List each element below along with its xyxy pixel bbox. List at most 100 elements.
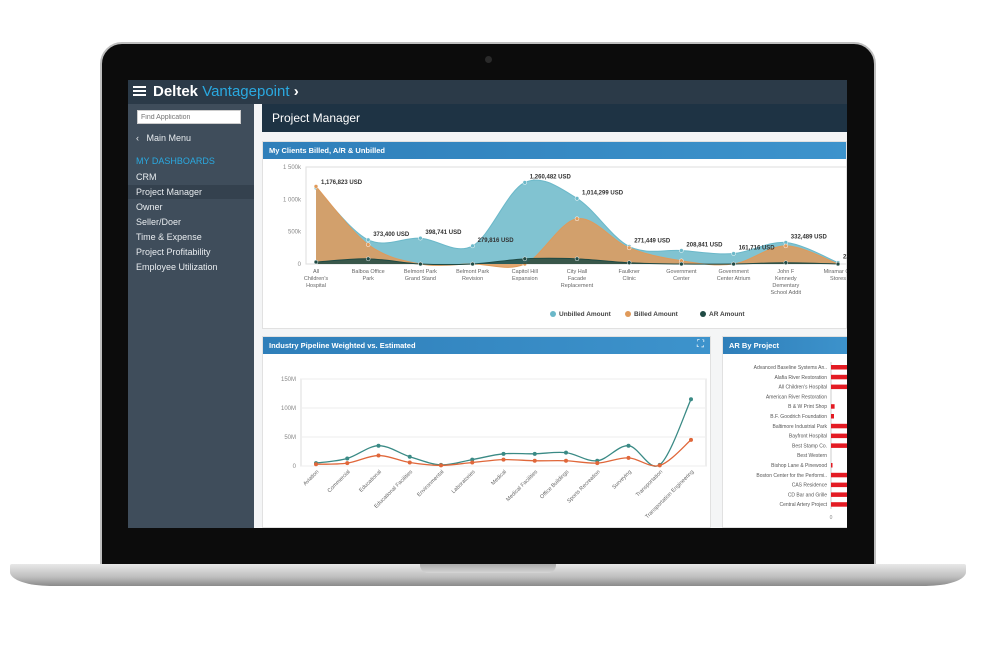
data-point [574,216,580,221]
ar-bar [831,502,847,507]
y-tick-label: Boston Center for the Performi.. [756,473,827,479]
legend-marker [700,311,706,317]
data-point [522,180,528,185]
expand-icon[interactable]: ⛶ [697,339,704,350]
sidebar-item-seller-doer[interactable]: Seller/Doer [136,217,181,227]
chevron-left-icon: ‹ [136,133,139,143]
y-tick-label: 0 [298,262,302,268]
x-tick-label: Hospital [306,283,326,289]
sidebar-item-employee-utilization[interactable]: Employee Utilization [136,262,218,272]
data-point [470,261,475,267]
data-point [365,256,371,262]
x-tick-label: Sports Recreation [566,469,601,504]
x-tick-label: Faulkner [618,269,640,275]
data-point [532,451,537,456]
ar-bar [831,374,847,380]
x-tick-label: Belmont Park [456,269,489,275]
y-tick-label: 50M [284,435,296,441]
data-label: 332,489 USD [791,234,828,240]
x-tick-label: Belmont Park [404,269,437,275]
main-menu-link[interactable]: ‹ Main Menu [136,133,191,143]
ar-bar [831,443,847,448]
hamburger-menu-icon[interactable] [133,86,146,88]
sidebar-item-crm[interactable]: CRM [136,172,157,182]
ar-bar [831,404,835,409]
data-point [345,461,350,466]
brand-deltek: Deltek [153,83,199,100]
y-tick-label: All Children's Hospital [779,385,827,391]
data-point [689,397,693,402]
y-tick-label: Alafia River Restoration [774,375,827,381]
ar-by-project-chart: Advanced Baseline Systems An.. Alafia Riv… [754,362,847,521]
x-tick-label: Stores [830,276,846,282]
data-point [365,237,371,243]
data-point [376,443,381,448]
x-tick-label: Center Atrium [717,276,751,282]
x-tick-label: All [313,269,319,275]
screen: Deltek Vantagepoint › ‹ Main Menu MY DAS… [128,80,847,528]
app-logo[interactable]: Deltek Vantagepoint › [153,83,299,100]
data-point [522,256,528,262]
x-tick-label: Government [718,269,749,275]
x-tick-label: Miramar Oc [824,269,847,275]
x-tick-label: Clinic [622,276,636,282]
find-application-input[interactable] [137,110,241,124]
billed-ar-unbilled-chart: 0 500k 1 000k 1 500k 1,176,823 USD 373,400 US… [283,165,847,318]
y-tick-label: 0 [293,464,297,470]
x-tick-label: Balboa Office [352,269,385,275]
y-tick-label: 1 000k [283,197,302,203]
data-point [314,462,318,467]
billed-ar-unbilled-panel: My Clients Billed, A/R & Unbilled 0 500k 1… [262,141,847,329]
data-point [626,443,631,448]
y-tick-label: Advanced Baseline Systems An.. [754,365,827,371]
data-point [574,256,580,262]
top-bar: Deltek Vantagepoint › [128,80,847,104]
data-point [313,259,319,265]
x-tick-label: School Addit [771,290,802,296]
data-point [595,461,600,466]
panel-title: My Clients Billed, A/R & Unbilled [263,142,846,159]
x-tick-label: City Hall [567,269,587,275]
sidebar-item-project-manager[interactable]: Project Manager [128,185,254,199]
data-point [376,453,381,458]
data-point [626,245,632,251]
data-point [470,243,475,249]
data-label: 279,816 USD [478,238,515,244]
ar-bar [831,433,847,439]
x-tick-label: Commercial [327,469,352,494]
data-point [731,261,736,267]
laptop-notch [420,564,556,573]
page-title: Project Manager [262,104,847,132]
webcam [485,56,492,63]
data-point [407,460,412,465]
ar-bar [831,423,847,429]
x-tick-label: Revision [462,276,483,282]
x-tick-label: Government [666,269,697,275]
legend-label: Unbilled Amount [559,311,612,318]
data-label: 271,449 USD [634,238,671,244]
y-tick-label: Bishop Lane & Pinewood [771,463,827,469]
legend-label: AR Amount [709,311,745,318]
x-tick-label: Center [673,276,690,282]
data-point [689,437,693,442]
data-point [679,261,684,267]
legend-label: Billed Amount [634,311,679,318]
y-tick-label: CD Bar and Grille [788,492,827,498]
data-point [783,260,789,265]
x-tick-label: Kennedy [775,276,797,282]
data-point [501,457,506,462]
legend-marker [625,311,631,317]
y-tick-label: B.F. Goodrich Foundation [770,414,827,420]
data-point [501,451,506,456]
sidebar-item-project-profitability[interactable]: Project Profitability [136,247,211,257]
y-tick-label: 150M [281,377,296,383]
data-point [345,456,350,461]
x-tick-label: Facade [568,276,586,282]
data-point [470,460,475,465]
sidebar-item-time-expense[interactable]: Time & Expense [136,232,202,242]
x-tick-label: Surveying [611,469,633,491]
data-point [313,184,319,189]
x-tick-label: Replacement [561,283,594,289]
sidebar-item-owner[interactable]: Owner [136,202,163,212]
x-tick-label: 0 [830,515,833,521]
